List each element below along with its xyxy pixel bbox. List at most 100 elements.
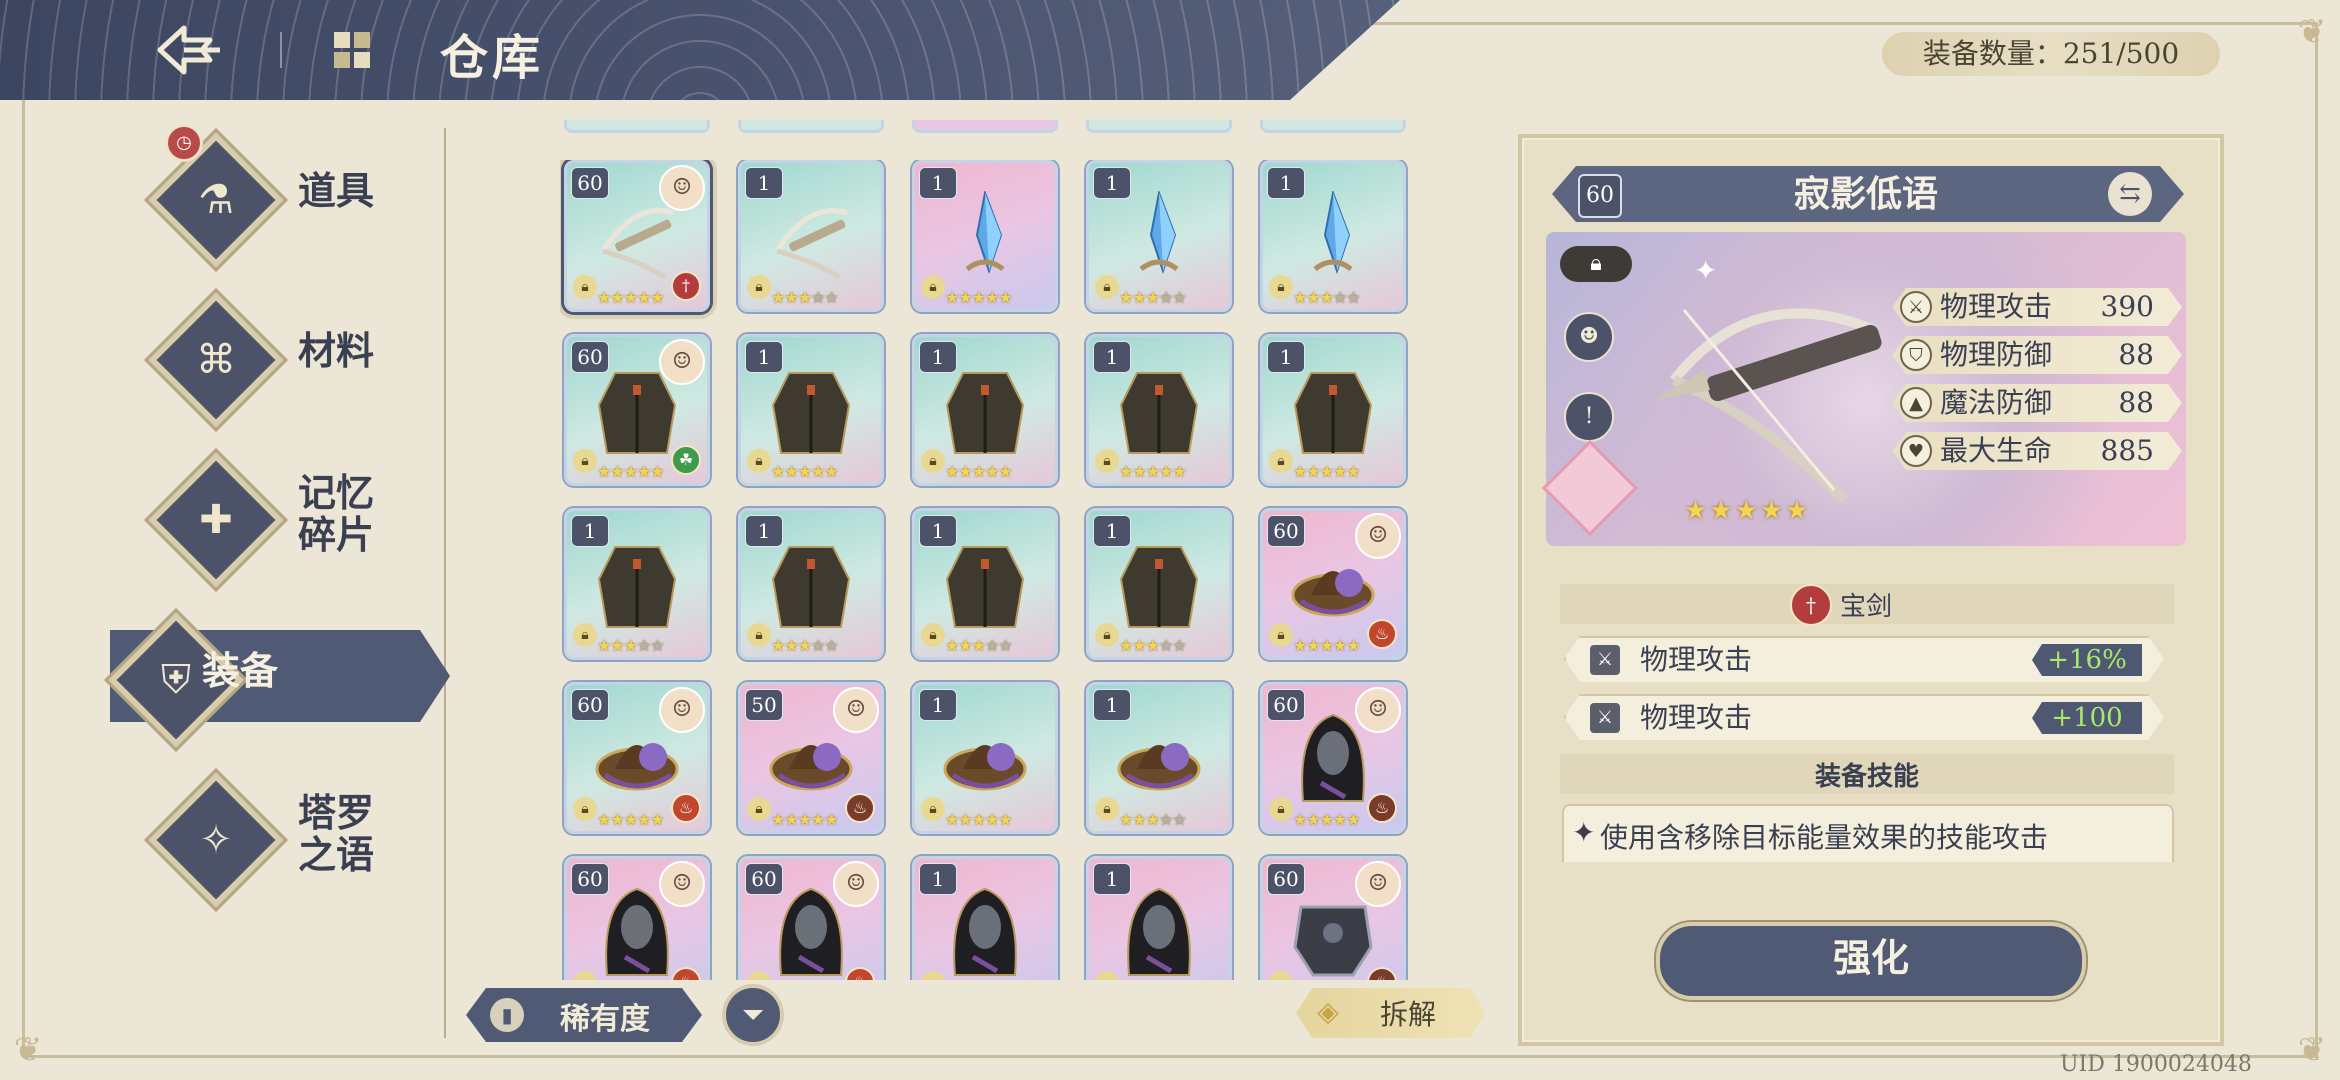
lock-icon: 🔒︎ <box>573 797 597 821</box>
equipment-card-coat[interactable]: 1 🔒︎ ★★★★★ <box>564 508 710 660</box>
nav-item-5[interactable]: ✧ 塔罗 之语 <box>110 770 450 910</box>
sword-icon: ⚔ <box>1590 703 1620 733</box>
item-level-badge: 1 <box>1093 515 1131 547</box>
item-stars: ★★★★★ <box>597 288 665 307</box>
equipment-card-hat[interactable]: 60 🔒︎ ★★★★★ ☺ ♨ <box>564 682 710 834</box>
item-level-badge: 1 <box>1093 863 1131 895</box>
item-level-badge: 60 <box>1267 515 1305 547</box>
lock-icon: 🔒︎ <box>921 797 945 821</box>
equipment-card-armor[interactable]: 60🔒︎★★★★★☺♨ <box>1260 856 1406 980</box>
fire-element-icon: ♨ <box>1367 619 1397 649</box>
filter-button[interactable]: ⏷ <box>722 984 784 1046</box>
equipment-card-crystal[interactable]: 1 🔒︎ ★★★★★ <box>1260 160 1406 312</box>
equipment-card-coat[interactable]: 1 🔒︎ ★★★★★ <box>912 508 1058 660</box>
item-level-badge: 1 <box>919 167 957 199</box>
hat-icon: ▲ <box>1900 387 1932 419</box>
equipment-card-coat[interactable]: 60 🔒︎ ★★★★★ ☺ ☘ <box>564 334 710 486</box>
skill-description: 使用含移除目标能量效果的技能攻击 <box>1600 821 2049 854</box>
divider <box>280 32 282 68</box>
equipment-card-hood[interactable]: 60🔒︎★★★★★☺♨ <box>738 856 884 980</box>
sword-icon: ⚔ <box>1590 645 1620 675</box>
lock-icon: 🔒︎ <box>1590 251 1602 276</box>
enhance-label: 强化 <box>1832 935 1909 980</box>
equipment-card-hood[interactable]: 60🔒︎★★★★★☺♨ <box>564 856 710 980</box>
lock-icon: 🔒︎ <box>921 623 945 647</box>
char-girl-avatar-icon: ☺ <box>833 687 879 733</box>
item-stars: ★★★★★ <box>945 288 1013 307</box>
equipment-card-hat[interactable]: 60 🔒︎ ★★★★★ ☺ ♨ <box>1260 508 1406 660</box>
equipment-card-hat[interactable]: 50 🔒︎ ★★★★★ ☺ ♨ <box>738 682 884 834</box>
swap-icon: ⇆ <box>2119 179 2141 209</box>
item-stars: ★★★★★ <box>597 462 665 481</box>
item-level-badge: 1 <box>745 515 783 547</box>
ornament-icon: ❦ <box>13 1030 43 1070</box>
back-button[interactable] <box>150 20 230 80</box>
log-icon: ⌘ <box>196 337 236 383</box>
stat-name: 物理攻击 <box>1940 290 2053 323</box>
clock-badge-icon: ◷ <box>165 124 203 162</box>
equipment-card-hat[interactable]: 1 🔒︎ ★★★★★ <box>1086 682 1232 834</box>
substat-name: 物理攻击 <box>1640 701 1753 734</box>
info-button[interactable]: ! <box>1564 392 1614 442</box>
char-old-avatar-icon: ☺ <box>1355 861 1401 907</box>
stat-row: ⛉ 物理防御 88 <box>1892 336 2182 374</box>
rarity-stars: ★★★★★ <box>1684 496 1811 526</box>
lock-toggle[interactable]: 🔒︎ <box>1560 246 1632 282</box>
equip-character-button[interactable]: ☻ <box>1564 312 1614 362</box>
lock-icon: 🔒︎ <box>573 623 597 647</box>
char-grey-avatar-icon: ☺ <box>833 861 879 907</box>
equipment-card-crystal[interactable]: 1 🔒︎ ★★★★★ <box>1086 160 1232 312</box>
item-stars: ★★★★★ <box>1293 462 1361 481</box>
item-level-badge: 1 <box>1267 167 1305 199</box>
sword-class-icon: † <box>1790 584 1832 626</box>
lock-icon: 🔒︎ <box>921 275 945 299</box>
equipment-card-coat[interactable]: 1 🔒︎ ★★★★★ <box>1086 508 1232 660</box>
bar-chart-icon: ▮ <box>490 998 524 1032</box>
lock-icon: 🔒︎ <box>573 971 597 980</box>
stat-row: ⚔ 物理攻击 390 <box>1892 288 2182 326</box>
equipment-card-coat[interactable]: 1 🔒︎ ★★★★★ <box>738 508 884 660</box>
equipment-card-coat[interactable]: 1 🔒︎ ★★★★★ <box>1260 334 1406 486</box>
nav-item-1[interactable]: ⚗ 道具 ◷ <box>110 124 450 270</box>
item-stars: ★★★★★ <box>1293 288 1361 307</box>
lock-icon: 🔒︎ <box>1269 971 1293 980</box>
tarot-icon: ✧ <box>199 817 233 863</box>
equipment-card-hood[interactable]: 1🔒︎★★★★★ <box>912 856 1058 980</box>
char-green-avatar-icon: ☺ <box>1355 687 1401 733</box>
equipment-card-crystal[interactable]: 1 🔒︎ ★★★★★ <box>912 160 1058 312</box>
nav-item-2[interactable]: ⌘ 材料 <box>110 290 450 430</box>
nav-label: 道具 <box>298 168 375 213</box>
item-stars: ★★★★★ <box>1119 462 1187 481</box>
lock-icon: 🔒︎ <box>1095 797 1119 821</box>
exclamation-icon: ! <box>1584 404 1594 429</box>
nav-item-3[interactable]: ✚ 记忆 碎片 <box>110 450 450 590</box>
equipment-card-crossbow[interactable]: 60 🔒︎ ★★★★★ ☺ † <box>564 160 710 312</box>
nav-label: 塔罗 之语 <box>298 790 375 877</box>
home-grid-icon[interactable] <box>330 28 374 72</box>
char-white-hair-avatar-icon: ☺ <box>659 165 705 211</box>
stat-row: ♥ 最大生命 885 <box>1892 432 2182 470</box>
lock-icon: 🔒︎ <box>573 275 597 299</box>
puzzle-icon: ✚ <box>199 497 233 543</box>
equipment-card-hat[interactable]: 1 🔒︎ ★★★★★ <box>912 682 1058 834</box>
equipment-name: 寂影低语 <box>1793 173 1938 215</box>
equipment-card-coat[interactable]: 1 🔒︎ ★★★★★ <box>912 334 1058 486</box>
equipment-card-hood[interactable]: 1🔒︎★★★★★ <box>1086 856 1232 980</box>
item-level-badge: 60 <box>745 863 783 895</box>
detail-level-badge: 60 <box>1578 174 1622 218</box>
item-stars: ★★★★★ <box>945 462 1013 481</box>
equipment-card-crossbow[interactable]: 1 🔒︎ ★★★★★ <box>738 160 884 312</box>
swap-button[interactable]: ⇆ <box>2108 172 2152 216</box>
item-level-badge: 60 <box>1267 863 1305 895</box>
equipment-capacity: 装备数量：251/500 <box>1882 32 2220 76</box>
equipment-card-coat[interactable]: 1 🔒︎ ★★★★★ <box>1086 334 1232 486</box>
substat-row: ⚔ 物理攻击 +16% <box>1564 636 2164 682</box>
equipment-card-hood[interactable]: 60🔒︎★★★★★☺♨ <box>1260 682 1406 834</box>
item-level-badge: 60 <box>571 863 609 895</box>
equipment-card-coat[interactable]: 1 🔒︎ ★★★★★ <box>738 334 884 486</box>
nav-item-4[interactable]: ⛨ 装备 <box>70 610 410 750</box>
dismantle-label: 拆解 <box>1380 998 1437 1031</box>
fire-element-icon: ♨ <box>671 793 701 823</box>
char-silver-hair-avatar-icon: ☺ <box>659 339 705 385</box>
char-blonde-avatar-icon: ☺ <box>1355 513 1401 559</box>
